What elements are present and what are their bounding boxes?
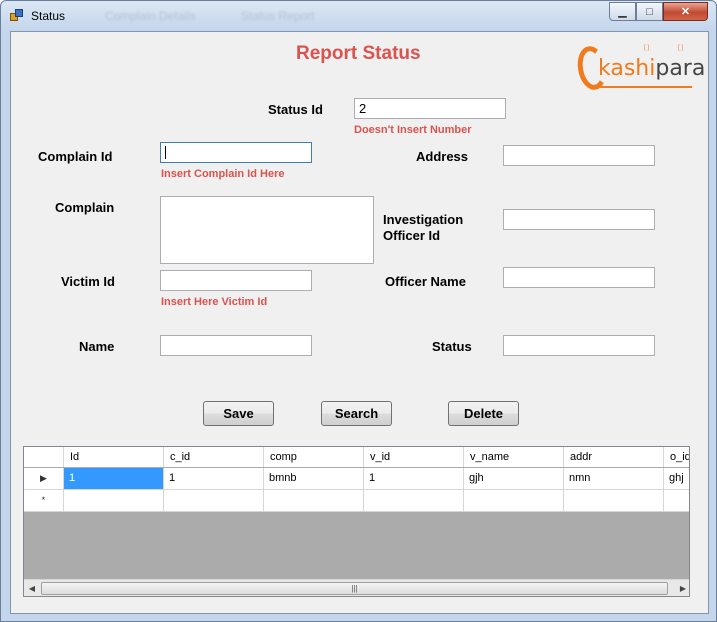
status-window: Status Complain Details Status Report ▁ … <box>0 0 717 622</box>
window-controls: ▁ □ ✕ <box>609 2 708 21</box>
victim-id-label: Victim Id <box>61 274 115 289</box>
table-cell[interactable]: nmn <box>564 468 664 489</box>
maximize-icon: □ <box>646 5 653 18</box>
name-field[interactable] <box>160 335 312 356</box>
table-cell[interactable]: 1 <box>164 468 264 489</box>
delete-button[interactable]: Delete <box>448 401 519 426</box>
window-title: Status <box>31 9 66 23</box>
table-cell[interactable] <box>564 490 664 511</box>
table-cell[interactable]: 1 <box>364 468 464 489</box>
text-caret <box>165 146 166 159</box>
form-client-area: Report Status kashipara [ ] [ ] Status I… <box>10 31 709 614</box>
page-title: Report Status <box>296 43 421 64</box>
grid-header-row: Id c_id comp v_id v_name addr o_id <box>24 447 689 467</box>
column-header-comp[interactable]: comp <box>264 447 364 467</box>
complain-textarea[interactable] <box>160 196 374 264</box>
table-cell[interactable]: 1 <box>64 468 164 489</box>
horizontal-scrollbar[interactable]: ◀ ||| ▶ <box>24 579 689 596</box>
column-header-addr[interactable]: addr <box>564 447 664 467</box>
minimize-button[interactable]: ▁ <box>609 2 636 21</box>
new-row-indicator-icon[interactable]: * <box>24 490 64 511</box>
table-cell[interactable] <box>364 490 464 511</box>
close-icon: ✕ <box>680 6 691 18</box>
column-header-id[interactable]: Id <box>64 447 164 467</box>
save-button[interactable]: Save <box>203 401 274 426</box>
officer-name-field[interactable] <box>503 267 655 288</box>
scrollbar-thumb[interactable]: ||| <box>41 582 668 595</box>
name-label: Name <box>79 339 115 354</box>
current-row-indicator-icon[interactable]: ▶ <box>24 468 64 489</box>
complain-id-label: Complain Id <box>38 149 113 164</box>
table-row[interactable]: ▶ 1 1 bmnb 1 gjh nmn ghj <box>24 468 689 490</box>
complain-id-field[interactable] <box>160 142 312 163</box>
table-cell[interactable] <box>64 490 164 511</box>
table-cell[interactable]: bmnb <box>264 468 364 489</box>
table-cell[interactable] <box>164 490 264 511</box>
table-cell[interactable]: ghj <box>664 468 689 489</box>
column-header-c-id[interactable]: c_id <box>164 447 264 467</box>
officer-name-label: Officer Name <box>385 274 466 289</box>
background-window-title: Complain Details <box>105 9 196 23</box>
table-cell[interactable] <box>264 490 364 511</box>
kashipara-logo: kashipara [ ] [ ] <box>574 42 705 97</box>
table-cell[interactable]: gjh <box>464 468 564 489</box>
status-id-hint: Doesn't Insert Number <box>354 124 472 136</box>
table-cell[interactable] <box>664 490 689 511</box>
column-header-v-name[interactable]: v_name <box>464 447 564 467</box>
investigation-officer-id-label-line1: Investigation <box>383 212 464 227</box>
victim-id-hint: Insert Here Victim Id <box>161 296 268 308</box>
address-label: Address <box>416 149 469 164</box>
column-header-v-id[interactable]: v_id <box>364 447 464 467</box>
status-field[interactable] <box>503 335 655 356</box>
complain-label: Complain <box>55 200 115 215</box>
table-cell[interactable] <box>464 490 564 511</box>
status-id-field[interactable]: 2 <box>354 98 506 119</box>
scroll-left-icon[interactable]: ◀ <box>25 582 39 595</box>
new-table-row[interactable]: * <box>24 490 689 512</box>
scroll-right-icon[interactable]: ▶ <box>676 582 689 595</box>
app-icon <box>10 9 24 21</box>
search-button[interactable]: Search <box>321 401 392 426</box>
records-grid[interactable]: Id c_id comp v_id v_name addr o_id ▶ 1 1… <box>23 446 690 597</box>
victim-id-field[interactable] <box>160 270 312 291</box>
status-label: Status <box>432 339 472 354</box>
minimize-icon: ▁ <box>618 6 627 18</box>
investigation-officer-id-field[interactable] <box>503 209 655 230</box>
logo-wordmark: kashipara <box>598 56 706 81</box>
background-window-title: Status Report <box>241 9 315 23</box>
status-id-label: Status Id <box>268 102 323 117</box>
title-bar[interactable]: Status Complain Details Status Report ▁ … <box>1 1 716 31</box>
maximize-button[interactable]: □ <box>636 2 663 21</box>
address-field[interactable] <box>503 145 655 166</box>
complain-id-hint: Insert Complain Id Here <box>161 168 285 180</box>
investigation-officer-id-label-line2: Officer Id <box>383 228 441 243</box>
close-button[interactable]: ✕ <box>663 2 708 21</box>
column-header-o-id[interactable]: o_id <box>664 447 689 467</box>
grid-corner-header[interactable] <box>24 447 64 467</box>
